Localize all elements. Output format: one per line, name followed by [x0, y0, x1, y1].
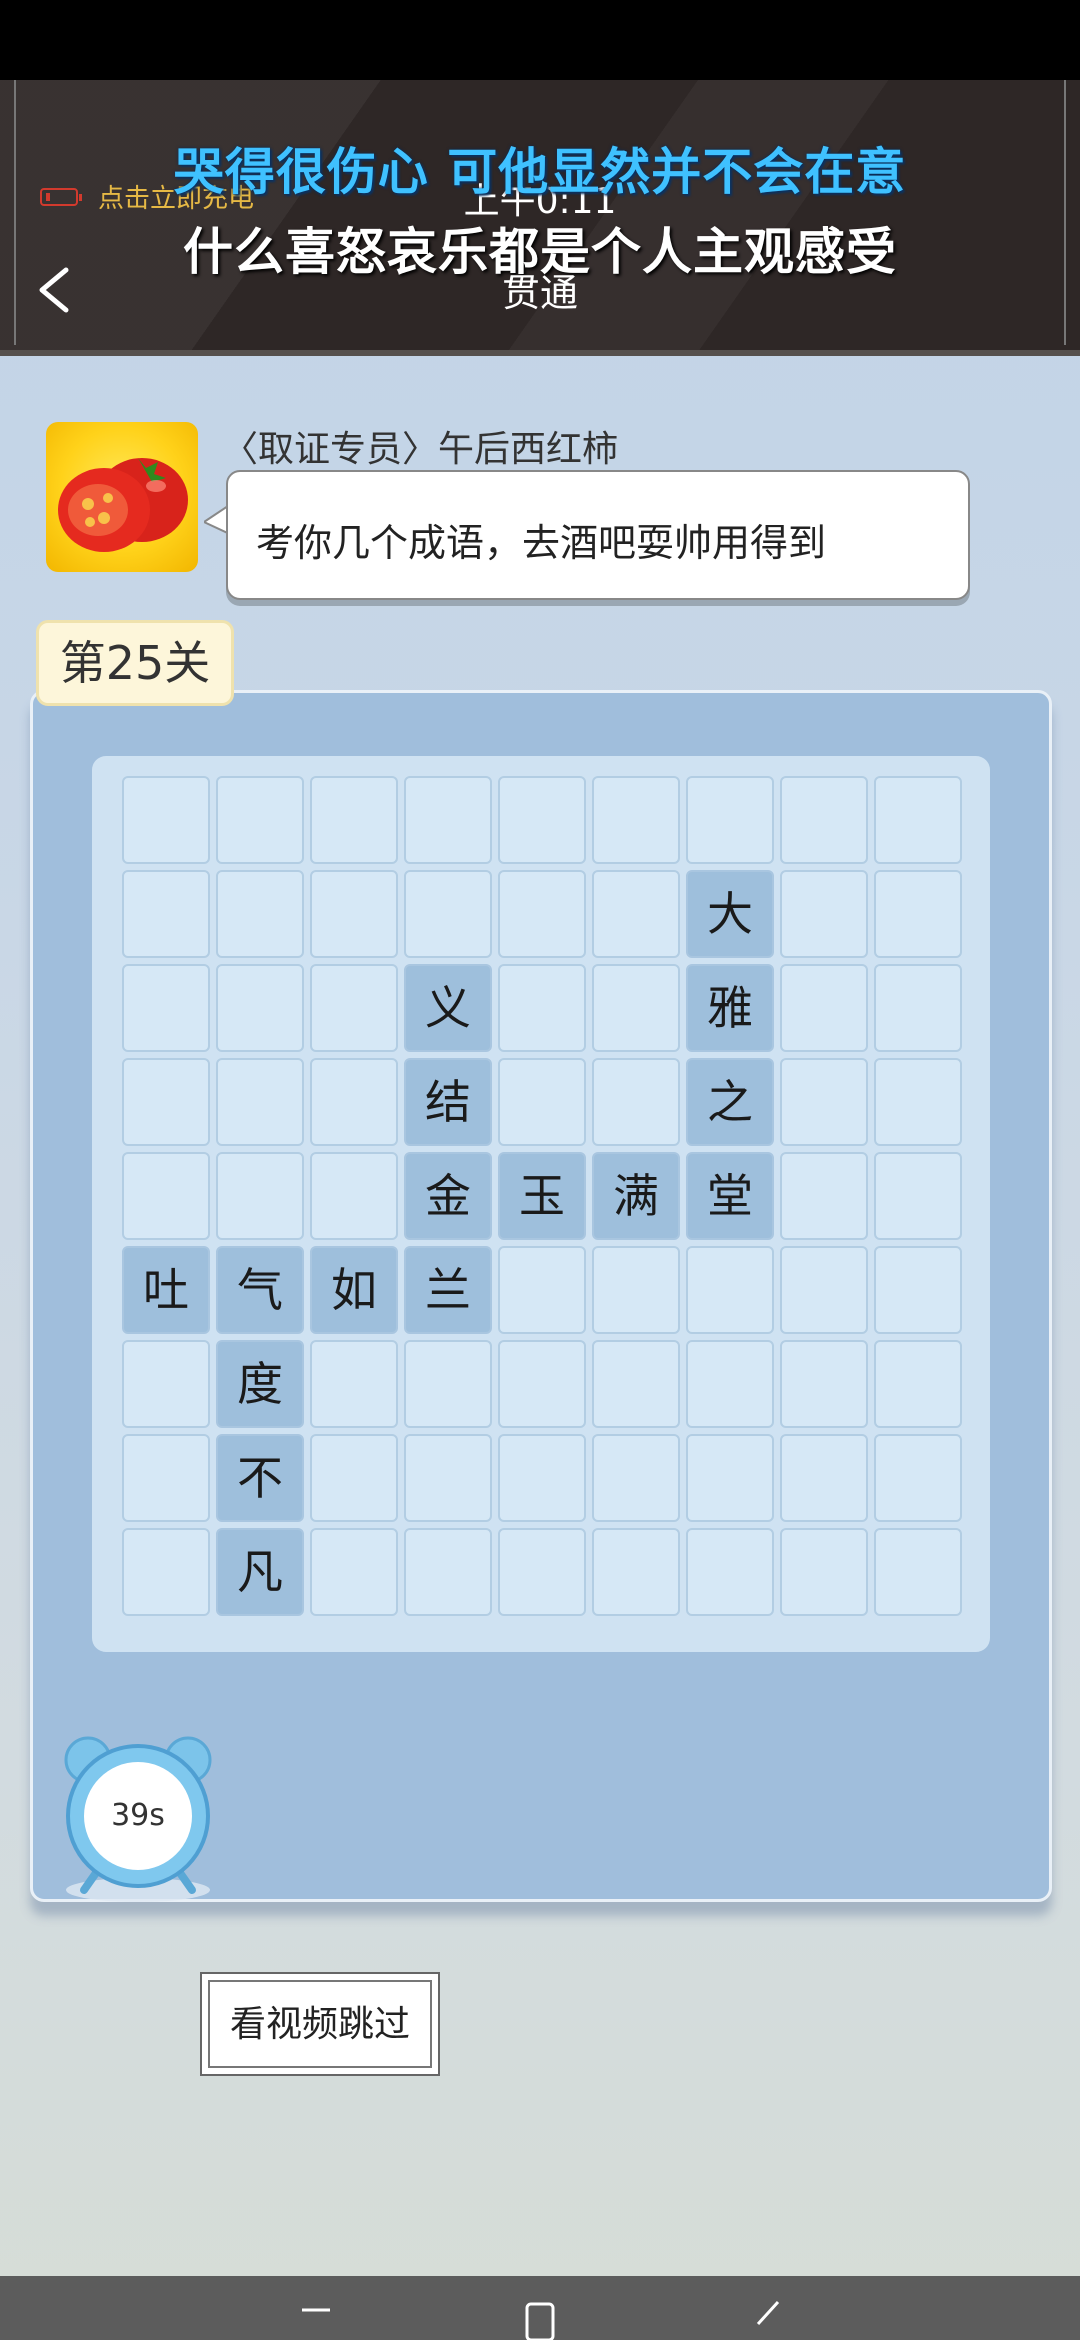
grid-cell-empty[interactable]: [592, 1246, 680, 1334]
grid-cell-filled[interactable]: 大: [686, 870, 774, 958]
grid-cell-empty[interactable]: [498, 1340, 586, 1428]
grid-cell-empty[interactable]: [122, 870, 210, 958]
grid-cell-empty[interactable]: [122, 776, 210, 864]
grid-cell-empty[interactable]: [592, 1058, 680, 1146]
tomato-icon: [58, 458, 188, 552]
menu-icon[interactable]: [296, 2298, 336, 2340]
grid-cell-empty[interactable]: [404, 776, 492, 864]
grid-cell-empty[interactable]: [310, 776, 398, 864]
grid-cell-filled[interactable]: 度: [216, 1340, 304, 1428]
chevron-left-icon[interactable]: [32, 262, 76, 318]
grid-cell-empty[interactable]: [122, 1340, 210, 1428]
grid-cell-empty[interactable]: [686, 1528, 774, 1616]
grid-cell-empty[interactable]: [216, 870, 304, 958]
grid-cell-empty[interactable]: [686, 1340, 774, 1428]
grid-cell-filled[interactable]: 兰: [404, 1246, 492, 1334]
grid-cell-empty[interactable]: [122, 1058, 210, 1146]
grid-cell-empty[interactable]: [122, 964, 210, 1052]
status-strip: [0, 0, 1080, 80]
grid-cell-empty[interactable]: [310, 964, 398, 1052]
grid-cell-filled[interactable]: 结: [404, 1058, 492, 1146]
grid-cell-empty[interactable]: [404, 1434, 492, 1522]
grid-cell-empty[interactable]: [780, 1152, 868, 1240]
grid-cell-empty[interactable]: [498, 870, 586, 958]
home-icon[interactable]: [524, 2298, 556, 2340]
grid-cell-empty[interactable]: [310, 1434, 398, 1522]
grid-cell-empty[interactable]: [310, 1528, 398, 1616]
lyric-line-1: 哭得很伤心 可他显然并不会在意: [173, 143, 907, 201]
grid-cell-filled[interactable]: 气: [216, 1246, 304, 1334]
grid-cell-empty[interactable]: [686, 776, 774, 864]
tomato-avatar: [46, 422, 198, 572]
grid-cell-empty[interactable]: [404, 1528, 492, 1616]
grid-cell-empty[interactable]: [498, 964, 586, 1052]
grid-cell-empty[interactable]: [780, 964, 868, 1052]
grid-cell-empty[interactable]: [216, 1152, 304, 1240]
grid-cell-empty[interactable]: [592, 964, 680, 1052]
grid-cell-filled[interactable]: 吐: [122, 1246, 210, 1334]
grid-cell-empty[interactable]: [310, 870, 398, 958]
grid-cell-empty[interactable]: [874, 870, 962, 958]
grid-cell-filled[interactable]: 如: [310, 1246, 398, 1334]
countdown-timer: 39s: [111, 1798, 165, 1833]
grid-cell-filled[interactable]: 义: [404, 964, 492, 1052]
level-badge: 第25关: [36, 620, 234, 706]
grid-cell-filled[interactable]: 满: [592, 1152, 680, 1240]
grid-cell-empty[interactable]: [310, 1152, 398, 1240]
grid-cell-empty[interactable]: [874, 1434, 962, 1522]
grid-cell-empty[interactable]: [780, 870, 868, 958]
grid-cell-empty[interactable]: [310, 1058, 398, 1146]
grid-cell-empty[interactable]: [874, 1528, 962, 1616]
grid-cell-empty[interactable]: [404, 870, 492, 958]
grid-cell-empty[interactable]: [874, 1246, 962, 1334]
back-nav-icon[interactable]: [750, 2298, 784, 2340]
grid-cell-empty[interactable]: [592, 1340, 680, 1428]
grid-cell-empty[interactable]: [498, 776, 586, 864]
crossword-grid: 大义 雅结 之金玉满堂吐气如兰度不凡: [92, 756, 990, 1652]
grid-cell-empty[interactable]: [874, 1152, 962, 1240]
grid-cell-empty[interactable]: [780, 1246, 868, 1334]
grid-cell-empty[interactable]: [780, 1528, 868, 1616]
grid-cell-empty[interactable]: [498, 1246, 586, 1334]
grid-cell-empty[interactable]: [216, 1058, 304, 1146]
grid-cell-empty[interactable]: [874, 964, 962, 1052]
grid-cell-empty[interactable]: [122, 1152, 210, 1240]
grid-cell-empty[interactable]: [592, 870, 680, 958]
grid-cell-empty[interactable]: [498, 1058, 586, 1146]
grid-cell-filled[interactable]: 玉: [498, 1152, 586, 1240]
skip-button-label: 看视频跳过: [208, 1980, 432, 2068]
grid-cell-empty[interactable]: [874, 1340, 962, 1428]
grid-cell-empty[interactable]: [592, 1434, 680, 1522]
grid-cell-filled[interactable]: 金: [404, 1152, 492, 1240]
system-nav-bar: [0, 2276, 1080, 2340]
grid-cell-empty[interactable]: [216, 964, 304, 1052]
grid-cell-empty[interactable]: [122, 1434, 210, 1522]
grid-cell-empty[interactable]: [592, 1528, 680, 1616]
grid-cell-empty[interactable]: [874, 1058, 962, 1146]
grid-cell-empty[interactable]: [122, 1528, 210, 1616]
speaker-name: 〈取证专员〉午后西红柿: [222, 429, 619, 470]
grid-cell-empty[interactable]: [874, 776, 962, 864]
grid-cell-filled[interactable]: 不: [216, 1434, 304, 1522]
grid-cell-empty[interactable]: [780, 1058, 868, 1146]
grid-cell-empty[interactable]: [498, 1528, 586, 1616]
grid-cell-empty[interactable]: [404, 1340, 492, 1428]
grid-cell-filled[interactable]: 之: [686, 1058, 774, 1146]
watch-video-skip-button[interactable]: 看视频跳过: [200, 1972, 440, 2076]
grid-cell-filled[interactable]: 雅: [686, 964, 774, 1052]
grid-cell-empty[interactable]: [498, 1434, 586, 1522]
grid-cell-filled[interactable]: 凡: [216, 1528, 304, 1616]
grid-cell-empty[interactable]: [310, 1340, 398, 1428]
dialog-bubble: 考你几个成语，去酒吧耍帅用得到: [226, 470, 970, 600]
grid-cell-empty[interactable]: [592, 776, 680, 864]
page-title: 贯通: [501, 271, 578, 315]
grid-cell-empty[interactable]: [780, 776, 868, 864]
dialog-message: 考你几个成语，去酒吧耍帅用得到: [256, 521, 827, 565]
grid-cell-empty[interactable]: [780, 1434, 868, 1522]
grid-cell-filled[interactable]: 堂: [686, 1152, 774, 1240]
grid-cell-empty[interactable]: [216, 776, 304, 864]
grid-cell-empty[interactable]: [780, 1340, 868, 1428]
grid-cell-empty[interactable]: [686, 1246, 774, 1334]
grid-cell-empty[interactable]: [686, 1434, 774, 1522]
